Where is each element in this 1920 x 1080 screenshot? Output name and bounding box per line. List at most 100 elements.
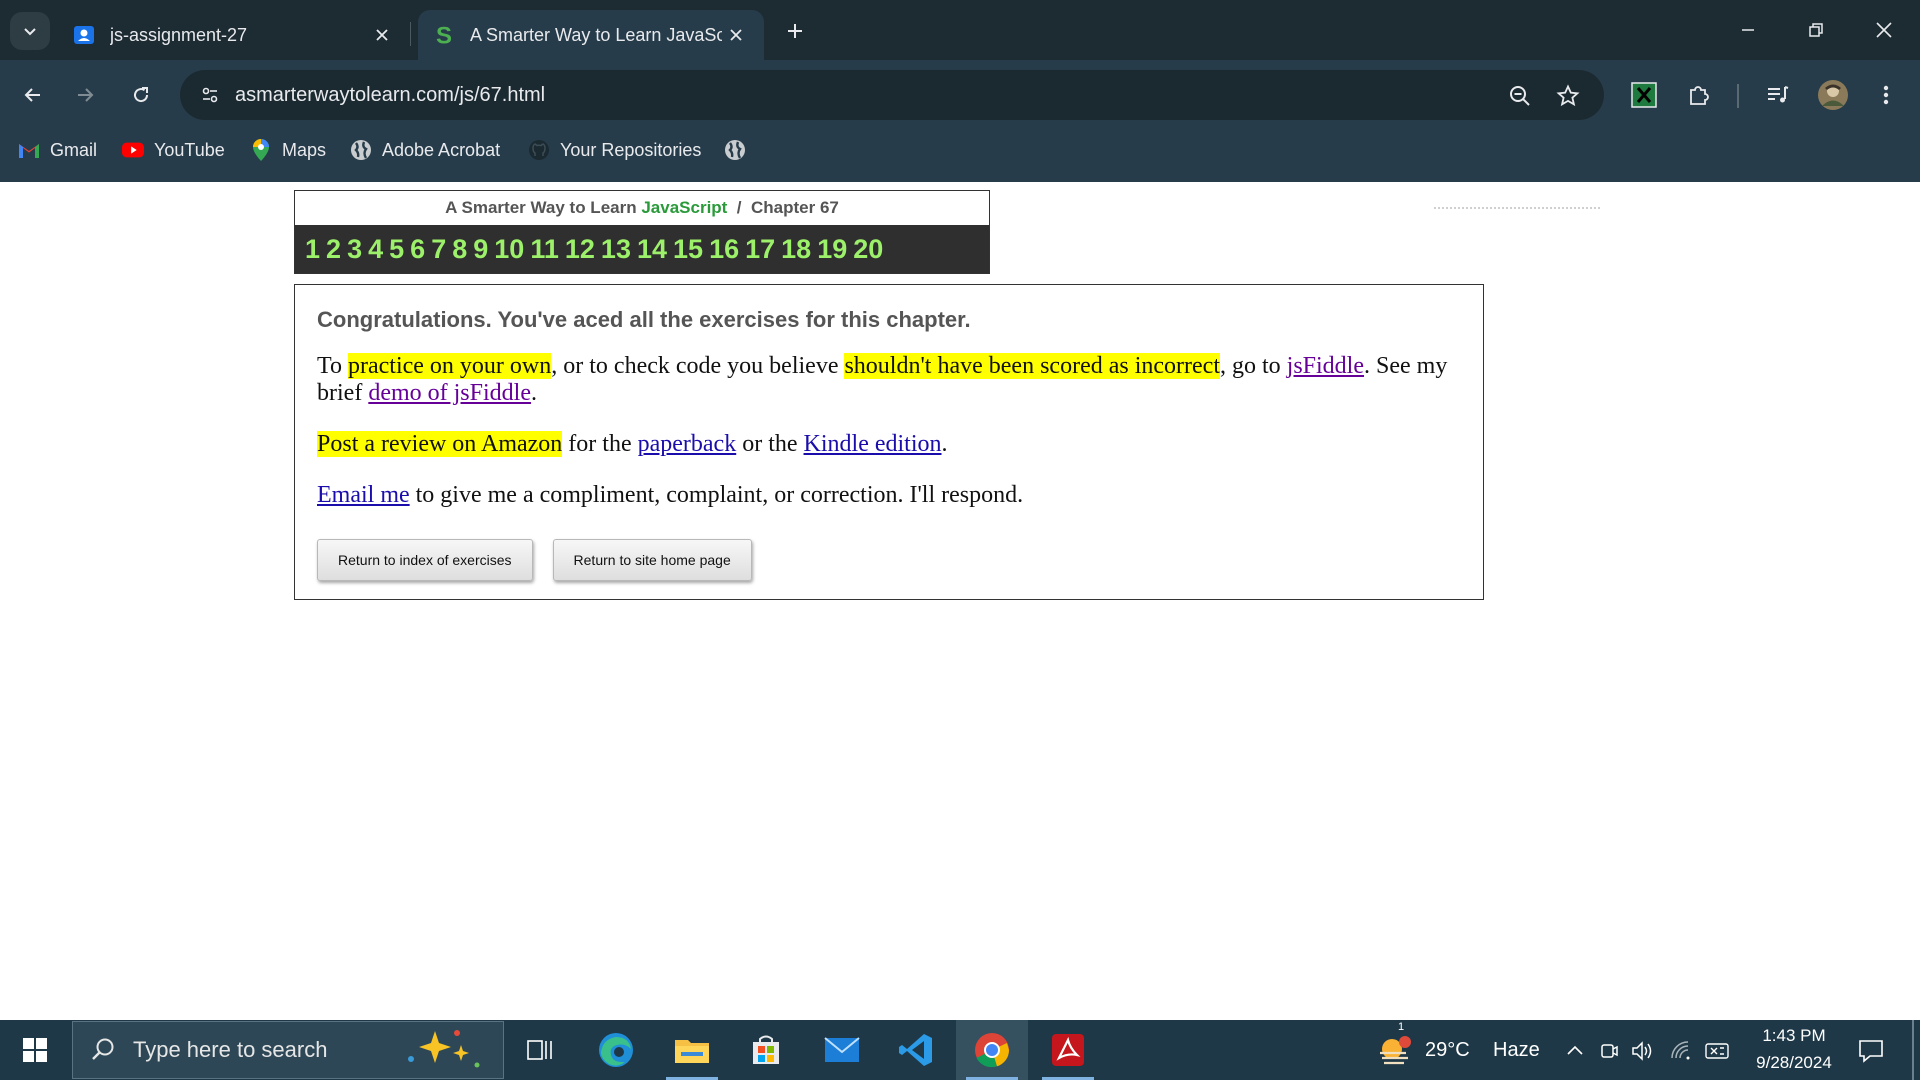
exercise-link-16[interactable]: 16 — [709, 234, 739, 265]
exercise-link-15[interactable]: 15 — [673, 234, 703, 265]
exercise-link-13[interactable]: 13 — [601, 234, 631, 265]
bookmark-label: Maps — [282, 139, 327, 160]
return-to-home-button[interactable]: Return to site home page — [552, 539, 752, 581]
volume-button[interactable] — [1630, 1038, 1656, 1064]
paperback-link[interactable]: paperback — [638, 431, 737, 457]
edge-app[interactable] — [580, 1020, 652, 1080]
vscode-app[interactable] — [880, 1020, 952, 1080]
svg-text:S: S — [436, 22, 452, 48]
bookmark-your-repositories[interactable]: Your Repositories — [528, 130, 701, 170]
jsfiddle-link[interactable]: jsFiddle — [1287, 353, 1364, 379]
exercise-link-11[interactable]: 11 — [530, 234, 559, 265]
taskbar-search-box[interactable]: Type here to search — [72, 1021, 504, 1079]
minimize-button[interactable] — [1714, 0, 1782, 60]
exercise-link-20[interactable]: 20 — [853, 234, 883, 265]
forward-button[interactable] — [66, 76, 104, 114]
exercise-link-8[interactable]: 8 — [452, 234, 467, 265]
bookmark-star-button[interactable] — [1554, 82, 1582, 110]
weather-temperature[interactable]: 29°C — [1425, 1039, 1470, 1062]
text: , go to — [1219, 353, 1287, 379]
bookmark-maps[interactable]: Maps — [250, 130, 326, 170]
exercise-link-19[interactable]: 19 — [817, 234, 847, 265]
site-info-button[interactable] — [192, 77, 228, 113]
text: for the — [562, 431, 638, 457]
input-language-button[interactable] — [1704, 1038, 1730, 1064]
reload-button[interactable] — [122, 76, 160, 114]
start-button[interactable] — [0, 1020, 70, 1080]
chrome-menu-button[interactable] — [1868, 77, 1904, 113]
mail-icon — [824, 1037, 860, 1062]
new-tab-button[interactable] — [778, 14, 812, 48]
exercise-link-5[interactable]: 5 — [389, 234, 404, 265]
browser-toolbar: asmarterwaytolearn.com/js/67.html — [0, 60, 1920, 130]
file-explorer-app[interactable] — [656, 1020, 728, 1080]
show-hidden-icons-button[interactable] — [1562, 1038, 1588, 1064]
exercise-link-9[interactable]: 9 — [473, 234, 488, 265]
avatar — [1818, 80, 1848, 110]
exercise-link-14[interactable]: 14 — [637, 234, 667, 265]
bookmark-adobe-acrobat[interactable]: Adobe Acrobat — [350, 130, 500, 170]
return-to-index-button[interactable]: Return to index of exercises — [317, 539, 533, 581]
breadcrumb-chapter: Chapter 67 — [750, 198, 839, 217]
search-placeholder: Type here to search — [133, 1037, 328, 1062]
back-button[interactable] — [14, 76, 52, 114]
clock-time[interactable]: 1:43 PM — [1756, 1026, 1832, 1046]
breadcrumb-subject[interactable]: JavaScript — [641, 198, 727, 217]
exercise-link-10[interactable]: 10 — [494, 234, 524, 265]
mail-app[interactable] — [806, 1020, 878, 1080]
task-view-button[interactable] — [504, 1020, 576, 1080]
keyboard-language-icon — [1705, 1043, 1729, 1059]
arrow-right-icon — [78, 88, 94, 102]
exercise-link-12[interactable]: 12 — [565, 234, 595, 265]
acrobat-icon — [1052, 1034, 1084, 1066]
url-text[interactable]: asmarterwaytolearn.com/js/67.html — [235, 84, 545, 107]
clock-date[interactable]: 9/28/2024 — [1742, 1053, 1846, 1073]
close-icon[interactable] — [722, 21, 750, 49]
network-button[interactable] — [1668, 1038, 1694, 1064]
email-me-link[interactable]: Email me — [317, 482, 410, 508]
exercise-link-3[interactable]: 3 — [347, 234, 362, 265]
address-bar[interactable]: asmarterwaytolearn.com/js/67.html — [180, 70, 1604, 120]
kindle-edition-link[interactable]: Kindle edition — [804, 431, 942, 457]
close-icon[interactable] — [368, 21, 396, 49]
show-desktop-button[interactable] — [1912, 1020, 1914, 1080]
windows-logo-icon — [23, 1038, 47, 1062]
weather-button[interactable] — [1378, 1034, 1412, 1068]
decorative-dotted-rule — [1434, 207, 1600, 209]
chrome-app[interactable] — [956, 1020, 1028, 1080]
meet-now-button[interactable] — [1596, 1038, 1622, 1064]
exercise-link-2[interactable]: 2 — [326, 234, 341, 265]
tune-icon — [202, 87, 218, 103]
exercise-link-7[interactable]: 7 — [431, 234, 446, 265]
bookmark-youtube[interactable]: YouTube — [122, 130, 225, 170]
reload-icon — [134, 87, 149, 103]
store-icon — [753, 1035, 779, 1064]
zoom-button[interactable] — [1506, 82, 1534, 110]
tab-js-assignment[interactable]: js-assignment-27 — [58, 10, 410, 60]
page-content: A Smarter Way to Learn JavaScript / Chap… — [0, 182, 1920, 1020]
tab-smarter-way[interactable]: S A Smarter Way to Learn JavaScr — [418, 10, 764, 60]
extensions-button[interactable] — [1681, 77, 1717, 113]
close-window-button[interactable] — [1850, 0, 1918, 60]
extension-excel-button[interactable] — [1626, 77, 1662, 113]
restore-button[interactable] — [1782, 0, 1850, 60]
exercise-link-6[interactable]: 6 — [410, 234, 425, 265]
speaker-icon — [1632, 1041, 1652, 1061]
bookmark-unnamed-globe[interactable] — [724, 130, 756, 170]
exercise-link-1[interactable]: 1 — [305, 234, 320, 265]
exercise-link-17[interactable]: 17 — [745, 234, 775, 265]
notification-center-button[interactable] — [1856, 1036, 1886, 1066]
vscode-icon — [899, 1034, 932, 1066]
jsfiddle-demo-link[interactable]: demo of jsFiddle — [368, 380, 531, 406]
profile-avatar-button[interactable] — [1815, 77, 1851, 113]
tab-search-button[interactable] — [10, 12, 50, 50]
bookmark-gmail[interactable]: Gmail — [18, 130, 97, 170]
weather-condition[interactable]: Haze — [1493, 1039, 1540, 1062]
exercise-link-4[interactable]: 4 — [368, 234, 383, 265]
adobe-acrobat-app[interactable] — [1032, 1020, 1104, 1080]
minimize-icon — [1742, 29, 1754, 31]
media-control-button[interactable] — [1760, 77, 1796, 113]
microsoft-store-app[interactable] — [730, 1020, 802, 1080]
chrome-icon — [975, 1033, 1010, 1068]
exercise-link-18[interactable]: 18 — [781, 234, 811, 265]
